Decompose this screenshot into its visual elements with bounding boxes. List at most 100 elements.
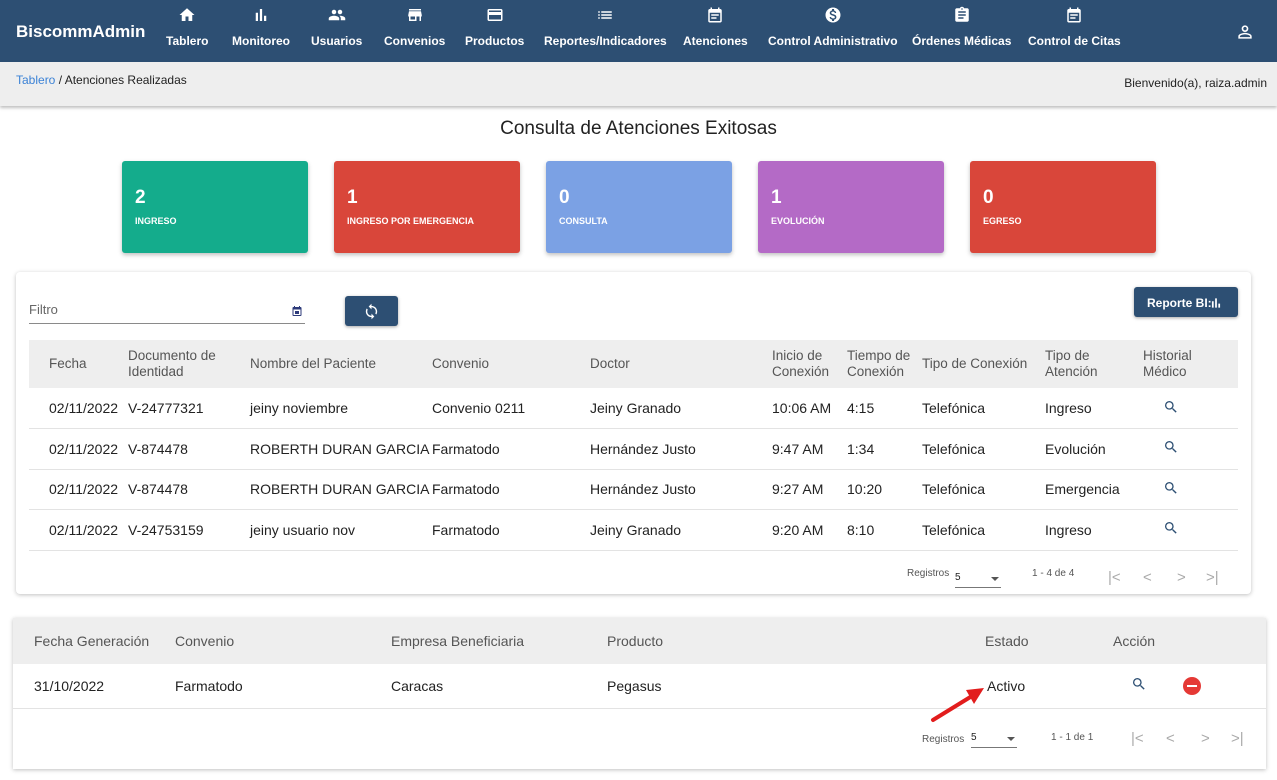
history-search-button[interactable] (1143, 509, 1238, 551)
stat-label: EVOLUCIÓN (771, 216, 825, 226)
page-size-select[interactable]: 5 (955, 572, 1001, 588)
column-header[interactable]: Fecha (29, 340, 128, 388)
stat-value: 2 (135, 187, 146, 208)
store-icon (384, 6, 445, 28)
nav-item-atenciones[interactable]: Atenciones (683, 6, 748, 48)
cell-paciente: ROBERTH DURAN GARCIA (250, 428, 432, 470)
cell-tiempo: 4:15 (847, 388, 922, 429)
stat-card-consulta[interactable]: 0 CONSULTA (546, 161, 732, 253)
cell-tipo-atencion: Evolución (1045, 428, 1143, 470)
breadcrumb: Tablero / Atenciones Realizadas (16, 73, 187, 87)
nav-item-convenios[interactable]: Convenios (384, 6, 445, 48)
bar-chart-icon (1211, 298, 1221, 308)
home-icon (166, 6, 208, 28)
last-page-icon[interactable]: >| (1206, 569, 1219, 586)
stat-value: 1 (347, 187, 358, 208)
cell-tipo-atencion: Emergencia (1045, 469, 1143, 510)
cell-fecha-generacion: 31/10/2022 (13, 664, 175, 709)
cell-tiempo: 1:34 (847, 428, 922, 470)
filter-field[interactable] (29, 298, 305, 324)
stat-card-egreso[interactable]: 0 EGRESO (970, 161, 1156, 253)
cell-tipo-conexion: Telefónica (922, 509, 1045, 551)
actions-cell (1113, 664, 1266, 709)
first-page-icon[interactable]: |< (1131, 730, 1144, 747)
stat-value: 1 (771, 187, 782, 208)
nav-item-ordenes-medicas[interactable]: Órdenes Médicas (912, 6, 1011, 48)
pager-range: 1 - 1 de 1 (1051, 732, 1094, 743)
cell-documento: V-24753159 (128, 509, 250, 551)
nav-item-tablero[interactable]: Tablero (166, 6, 208, 48)
page-size-select[interactable]: 5 (971, 732, 1017, 748)
nav-label: Productos (465, 34, 525, 48)
chevron-down-icon (991, 577, 999, 581)
calendar-icon (683, 6, 748, 28)
column-header[interactable]: Empresa Beneficiaria (391, 618, 607, 664)
filter-input[interactable] (29, 298, 269, 317)
nav-item-monitoreo[interactable]: Monitoreo (232, 6, 290, 48)
refresh-button[interactable] (345, 296, 398, 326)
nav-label: Reportes/Indicadores (544, 34, 667, 48)
search-icon (1163, 522, 1179, 539)
nav-item-usuarios[interactable]: Usuarios (311, 6, 362, 48)
next-page-icon[interactable]: > (1201, 730, 1210, 747)
column-header[interactable]: Tipo de Conexión (922, 340, 1045, 388)
nav-label: Tablero (166, 34, 209, 48)
column-header[interactable]: Historial Médico (1143, 340, 1238, 388)
column-header[interactable]: Tipo de Atención (1045, 340, 1143, 388)
table-header-row: Fecha Generación Convenio Empresa Benefi… (13, 618, 1266, 664)
nav-label: Monitoreo (232, 34, 290, 48)
column-header[interactable]: Convenio (175, 618, 391, 664)
column-header[interactable]: Acción (1113, 618, 1266, 664)
next-page-icon[interactable]: > (1177, 569, 1186, 586)
cell-doctor: Jeiny Granado (590, 388, 772, 429)
annotation-arrow-icon (931, 688, 984, 722)
column-header[interactable]: Convenio (432, 340, 590, 388)
stat-card-evolucion[interactable]: 1 EVOLUCIÓN (758, 161, 944, 253)
cell-convenio: Farmatodo (432, 469, 590, 510)
search-icon[interactable] (1131, 676, 1147, 695)
column-header[interactable]: Fecha Generación (13, 618, 175, 664)
cell-inicio: 9:47 AM (772, 428, 847, 470)
history-search-button[interactable] (1143, 428, 1238, 470)
column-header[interactable]: Nombre del Paciente (250, 340, 432, 388)
search-icon (1163, 481, 1179, 499)
app-brand[interactable]: BiscommAdmin (16, 22, 145, 42)
pager-range: 1 - 4 de 4 (1032, 568, 1075, 579)
nav-item-reportes[interactable]: Reportes/Indicadores (544, 6, 667, 48)
remove-circle-icon[interactable] (1182, 676, 1201, 695)
prev-page-icon[interactable]: < (1166, 730, 1175, 747)
column-header[interactable]: Documento de Identidad (128, 340, 250, 388)
breadcrumb-link-tablero[interactable]: Tablero (16, 73, 55, 87)
chevron-down-icon (1007, 737, 1015, 741)
column-header[interactable]: Estado (985, 618, 1113, 664)
stat-card-ingreso[interactable]: 2 INGRESO (122, 161, 308, 253)
stat-card-ingreso-emergencia[interactable]: 1 INGRESO POR EMERGENCIA (334, 161, 520, 253)
first-page-icon[interactable]: |< (1108, 569, 1121, 586)
refresh-icon (365, 303, 378, 320)
column-header[interactable]: Producto (607, 618, 985, 664)
nav-item-productos[interactable]: Productos (465, 6, 524, 48)
table-row: 02/11/2022 V-874478 ROBERTH DURAN GARCIA… (29, 469, 1238, 510)
cell-doctor: Hernández Justo (590, 428, 772, 470)
calendar-icon[interactable] (291, 304, 303, 316)
prev-page-icon[interactable]: < (1143, 569, 1152, 586)
cell-documento: V-24777321 (128, 388, 250, 429)
user-account-icon[interactable] (1235, 22, 1255, 42)
stat-value: 0 (983, 187, 994, 208)
nav-item-control-administrativo[interactable]: Control Administrativo (768, 6, 898, 48)
attentions-table: Fecha Documento de Identidad Nombre del … (29, 340, 1238, 551)
column-header[interactable]: Doctor (590, 340, 772, 388)
last-page-icon[interactable]: >| (1231, 730, 1244, 747)
nav-item-control-citas[interactable]: Control de Citas (1028, 6, 1121, 48)
history-search-button[interactable] (1143, 469, 1238, 510)
report-bi-button[interactable]: Reporte BI: (1134, 287, 1238, 317)
column-header[interactable]: Tiempo de Conexión (847, 340, 922, 388)
calendar-icon (1028, 6, 1121, 28)
column-header[interactable]: Inicio de Conexión (772, 340, 847, 388)
breadcrumb-bar: Tablero / Atenciones Realizadas Bienveni… (0, 62, 1277, 106)
cell-estado: Activo (985, 664, 1113, 709)
page-title: Consulta de Atenciones Exitosas (500, 118, 777, 139)
cell-empresa: Caracas (391, 664, 607, 709)
credit-card-icon (465, 6, 524, 28)
history-search-button[interactable] (1143, 388, 1238, 429)
